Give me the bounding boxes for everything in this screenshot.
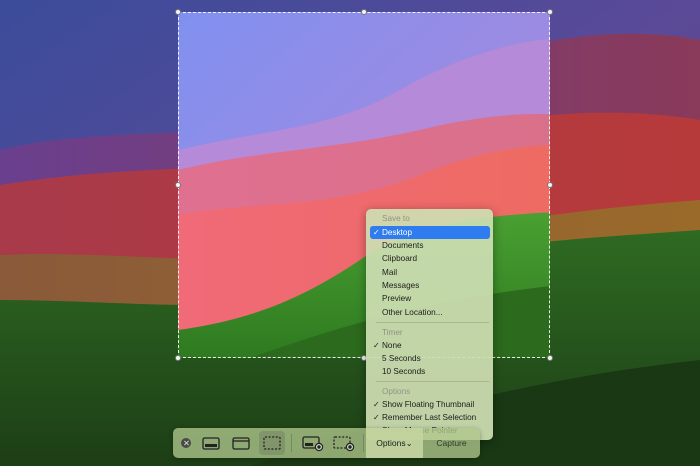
resize-handle-top-right[interactable] bbox=[547, 9, 553, 15]
record-selected-portion-icon bbox=[333, 436, 355, 452]
menu-item-remember-last-selection[interactable]: ✓ Remember Last Selection bbox=[370, 411, 490, 424]
menu-item-clipboard[interactable]: Clipboard bbox=[370, 252, 490, 265]
menu-item-documents[interactable]: Documents bbox=[370, 239, 490, 252]
menu-header-save-to: Save to bbox=[382, 214, 410, 223]
options-menu: Save to ✓ Desktop Documents Clipboard Ma… bbox=[366, 209, 493, 440]
menu-separator bbox=[376, 322, 489, 323]
capture-button[interactable]: Capture bbox=[423, 428, 480, 458]
capture-selected-window-icon bbox=[232, 437, 250, 450]
menu-item-timer-none[interactable]: ✓ None bbox=[370, 339, 490, 352]
resize-handle-right[interactable] bbox=[547, 182, 553, 188]
menu-separator bbox=[376, 381, 489, 382]
record-entire-screen-button[interactable] bbox=[300, 431, 326, 455]
close-icon[interactable] bbox=[181, 438, 191, 448]
capture-selected-window-button[interactable] bbox=[229, 431, 253, 455]
record-entire-screen-icon bbox=[302, 436, 324, 452]
selection-rectangle[interactable] bbox=[175, 9, 553, 361]
record-selected-portion-button[interactable] bbox=[331, 431, 357, 455]
capture-entire-screen-icon bbox=[202, 437, 220, 450]
menu-item-show-floating-thumbnail[interactable]: ✓ Show Floating Thumbnail bbox=[370, 398, 490, 411]
checkmark-icon: ✓ bbox=[373, 341, 380, 350]
capture-entire-screen-button[interactable] bbox=[199, 431, 223, 455]
menu-item-timer-5-seconds[interactable]: 5 Seconds bbox=[370, 352, 490, 365]
resize-handle-top[interactable] bbox=[361, 9, 367, 15]
resize-handle-bottom-left[interactable] bbox=[175, 355, 181, 361]
menu-header-timer: Timer bbox=[382, 328, 403, 337]
checkmark-icon: ✓ bbox=[373, 413, 380, 422]
screenshot-toolbar: Options⌄ Capture bbox=[173, 428, 480, 458]
menu-header-options: Options bbox=[382, 387, 411, 396]
capture-selected-portion-button[interactable] bbox=[259, 431, 285, 455]
checkmark-icon: ✓ bbox=[373, 400, 380, 409]
menu-item-timer-10-seconds[interactable]: 10 Seconds bbox=[370, 365, 490, 378]
menu-item-preview[interactable]: Preview bbox=[370, 292, 490, 305]
checkmark-icon: ✓ bbox=[373, 228, 380, 237]
resize-handle-left[interactable] bbox=[175, 182, 181, 188]
options-button[interactable]: Options⌄ bbox=[366, 428, 423, 458]
menu-item-desktop[interactable]: ✓ Desktop bbox=[370, 226, 490, 239]
chevron-down-icon: ⌄ bbox=[405, 438, 413, 448]
toolbar-divider bbox=[363, 434, 364, 452]
menu-item-other-location[interactable]: Other Location... bbox=[370, 306, 490, 319]
menu-item-messages[interactable]: Messages bbox=[370, 279, 490, 292]
resize-handle-bottom-right[interactable] bbox=[547, 355, 553, 361]
capture-selected-portion-icon bbox=[263, 436, 281, 450]
menu-item-mail[interactable]: Mail bbox=[370, 266, 490, 279]
toolbar-divider bbox=[291, 434, 292, 452]
resize-handle-top-left[interactable] bbox=[175, 9, 181, 15]
